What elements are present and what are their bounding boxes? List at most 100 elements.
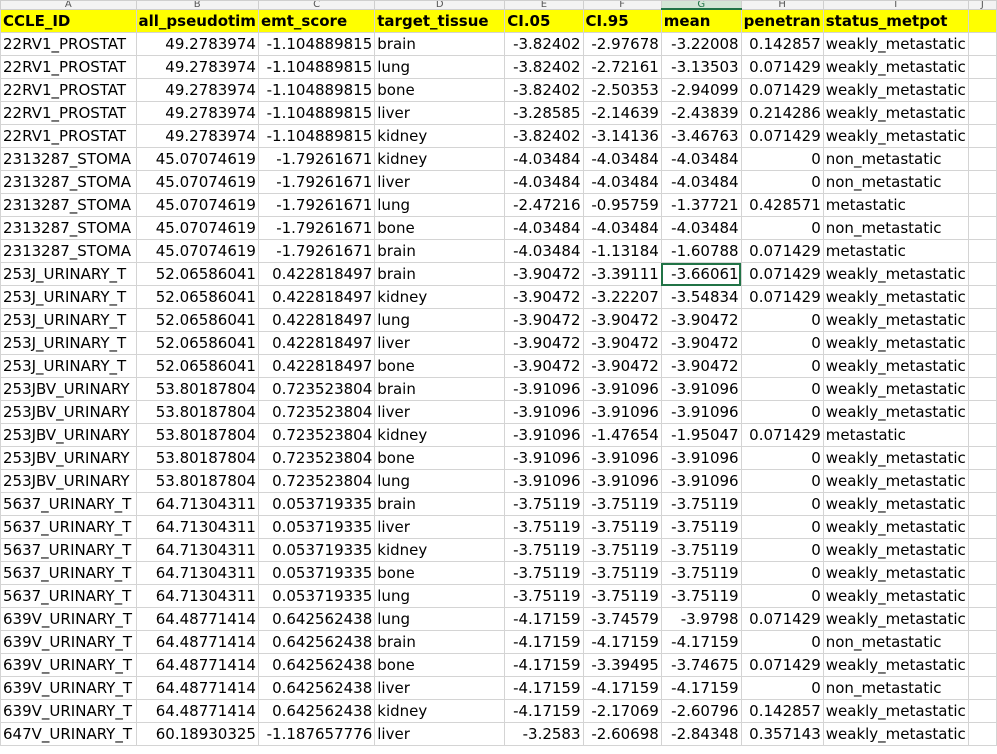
table-cell[interactable]: 0.642562438 [257, 630, 376, 654]
table-cell[interactable]: non_metastatic [822, 676, 969, 700]
table-cell[interactable]: 49.2783974 [135, 124, 259, 148]
table-cell[interactable]: 0.071429 [740, 607, 824, 631]
table-cell[interactable]: -2.17069 [582, 699, 662, 723]
table-cell[interactable]: -3.91096 [582, 377, 662, 401]
table-cell[interactable]: 0.053719335 [257, 515, 376, 539]
table-cell[interactable]: -2.47216 [504, 193, 584, 217]
table-cell[interactable] [967, 423, 997, 447]
table-cell[interactable]: 22RV1_PROSTAT [0, 124, 137, 148]
table-cell[interactable]: 52.06586041 [135, 308, 259, 332]
table-cell[interactable]: -3.90472 [582, 331, 662, 355]
table-cell[interactable]: non_metastatic [822, 216, 969, 240]
table-cell[interactable]: -2.94099 [660, 78, 742, 102]
table-cell[interactable]: -1.104889815 [257, 32, 376, 56]
table-cell[interactable]: 0.053719335 [257, 561, 376, 585]
table-cell[interactable]: lung [374, 193, 506, 217]
table-cell[interactable]: -4.03484 [582, 216, 662, 240]
table-cell[interactable]: weakly_metastatic [822, 308, 969, 332]
table-cell[interactable]: -3.90472 [660, 331, 742, 355]
table-cell[interactable]: 0.723523804 [257, 446, 376, 470]
table-cell[interactable]: 22RV1_PROSTAT [0, 55, 137, 79]
table-cell[interactable] [967, 676, 997, 700]
table-cell[interactable]: kidney [374, 423, 506, 447]
table-cell[interactable]: 0 [740, 676, 824, 700]
table-cell[interactable]: 53.80187804 [135, 377, 259, 401]
table-cell[interactable]: -1.95047 [660, 423, 742, 447]
table-cell[interactable]: kidney [374, 147, 506, 171]
table-cell[interactable]: -1.104889815 [257, 78, 376, 102]
table-cell[interactable]: 52.06586041 [135, 331, 259, 355]
table-cell[interactable] [967, 354, 997, 378]
table-cell[interactable]: -3.39111 [582, 262, 662, 286]
table-cell[interactable]: -4.03484 [582, 170, 662, 194]
table-cell[interactable]: -3.82402 [504, 78, 584, 102]
table-cell[interactable] [967, 515, 997, 539]
table-cell[interactable]: weakly_metastatic [822, 492, 969, 516]
table-cell[interactable]: -3.46763 [660, 124, 742, 148]
table-cell[interactable]: -3.75119 [504, 492, 584, 516]
table-cell[interactable]: -3.28585 [504, 101, 584, 125]
table-cell[interactable]: 45.07074619 [135, 147, 259, 171]
table-cell[interactable]: -3.91096 [660, 377, 742, 401]
table-cell[interactable]: 0.071429 [740, 653, 824, 677]
table-cell[interactable]: 5637_URINARY_T [0, 538, 137, 562]
table-cell[interactable]: 253JBV_URINARY [0, 446, 137, 470]
table-cell[interactable]: 22RV1_PROSTAT [0, 78, 137, 102]
table-cell[interactable]: -4.17159 [504, 676, 584, 700]
table-cell[interactable]: -1.104889815 [257, 101, 376, 125]
table-cell[interactable] [967, 124, 997, 148]
column-header-i[interactable]: I [822, 0, 969, 10]
table-cell[interactable]: -1.79261671 [257, 170, 376, 194]
table-cell[interactable]: weakly_metastatic [822, 653, 969, 677]
table-cell[interactable]: -3.9798 [660, 607, 742, 631]
table-cell[interactable]: weakly_metastatic [822, 262, 969, 286]
table-cell[interactable]: 0 [740, 400, 824, 424]
table-cell[interactable]: 647V_URINARY_T [0, 722, 137, 746]
table-cell[interactable]: non_metastatic [822, 147, 969, 171]
table-cell[interactable]: 0.723523804 [257, 400, 376, 424]
table-cell[interactable]: -4.03484 [504, 239, 584, 263]
table-cell[interactable]: 0 [740, 538, 824, 562]
header-cell[interactable]: CCLE_ID [0, 8, 137, 33]
table-cell[interactable]: 2313287_STOMA [0, 239, 137, 263]
table-cell[interactable]: 53.80187804 [135, 423, 259, 447]
table-cell[interactable] [967, 607, 997, 631]
table-cell[interactable]: 253J_URINARY_T [0, 285, 137, 309]
table-cell[interactable]: -2.50353 [582, 78, 662, 102]
table-cell[interactable]: weakly_metastatic [822, 446, 969, 470]
header-cell[interactable]: CI.05 [504, 8, 584, 33]
table-cell[interactable]: -1.60788 [660, 239, 742, 263]
table-cell[interactable]: -3.2583 [504, 722, 584, 746]
table-cell[interactable]: 5637_URINARY_T [0, 561, 137, 585]
table-cell[interactable]: weakly_metastatic [822, 331, 969, 355]
table-cell[interactable] [967, 653, 997, 677]
table-cell[interactable]: weakly_metastatic [822, 124, 969, 148]
column-header-d[interactable]: D [374, 0, 506, 10]
table-cell[interactable]: weakly_metastatic [822, 55, 969, 79]
table-cell[interactable]: 2313287_STOMA [0, 193, 137, 217]
table-cell[interactable]: -2.84348 [660, 722, 742, 746]
table-cell[interactable]: 0 [740, 584, 824, 608]
table-cell[interactable] [967, 78, 997, 102]
table-cell[interactable]: -3.90472 [504, 308, 584, 332]
table-cell[interactable]: 0.723523804 [257, 469, 376, 493]
table-cell[interactable]: brain [374, 239, 506, 263]
table-cell[interactable]: 0 [740, 377, 824, 401]
table-cell[interactable]: -3.39495 [582, 653, 662, 677]
table-cell[interactable]: -3.75119 [582, 492, 662, 516]
table-cell[interactable]: -1.37721 [660, 193, 742, 217]
table-cell[interactable]: -1.79261671 [257, 147, 376, 171]
table-cell[interactable]: liver [374, 101, 506, 125]
table-cell[interactable]: 253J_URINARY_T [0, 308, 137, 332]
table-cell[interactable]: -3.90472 [660, 308, 742, 332]
table-cell[interactable]: 0.053719335 [257, 538, 376, 562]
table-cell[interactable] [967, 561, 997, 585]
table-cell[interactable]: -4.17159 [504, 607, 584, 631]
table-cell[interactable]: -2.72161 [582, 55, 662, 79]
table-cell[interactable]: -2.97678 [582, 32, 662, 56]
table-cell[interactable]: weakly_metastatic [822, 469, 969, 493]
table-cell[interactable]: -3.66061 [660, 262, 742, 286]
table-cell[interactable] [967, 400, 997, 424]
table-cell[interactable]: bone [374, 653, 506, 677]
table-cell[interactable]: -4.03484 [660, 147, 742, 171]
